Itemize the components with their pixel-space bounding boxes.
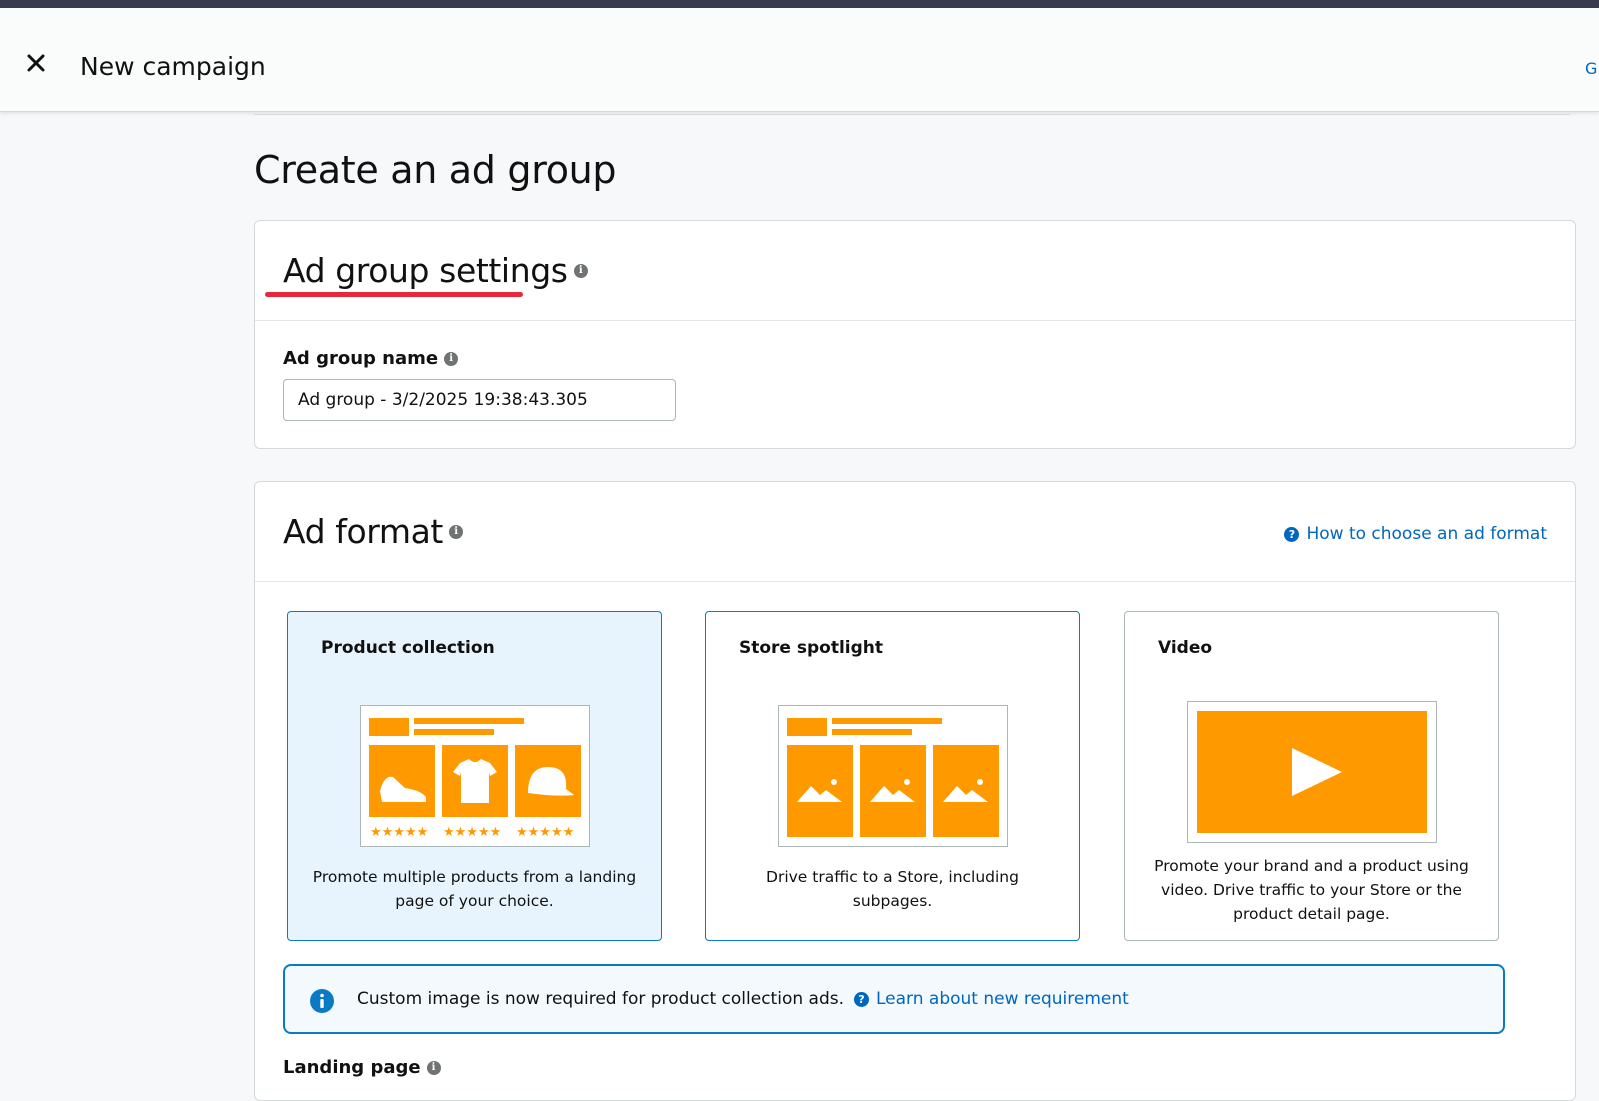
ad-format-title: Ad format [283,512,443,551]
format-option-title: Video [1158,638,1213,658]
format-option-video[interactable]: Video Promote your brand and a product u… [1124,611,1499,941]
campaign-header: New campaign G [0,8,1599,112]
store-spotlight-illustration [778,705,1008,847]
learn-requirement-link[interactable]: ? Learn about new requirement [854,989,1129,1009]
ad-format-card: Ad format i ? How to choose an ad format… [254,481,1576,1101]
close-button[interactable] [22,49,50,77]
notice-message: Custom image is now required for product… [357,989,1129,1009]
ad-group-settings-title: Ad group settings [283,251,568,290]
info-icon[interactable]: i [426,1060,441,1075]
header-right-link[interactable]: G [1585,59,1597,78]
svg-text:★★★★★: ★★★★★ [370,825,428,840]
svg-text:★★★★★: ★★★★★ [443,825,501,840]
format-option-title: Store spotlight [739,638,884,658]
notice-text: Custom image is now required for product… [357,989,844,1009]
info-circle-icon [310,989,334,1013]
ad-group-settings-heading: Ad group settings i [283,251,588,290]
page-title: Create an ad group [254,148,617,192]
format-option-description: Promote your brand and a product using v… [1154,857,1469,923]
card-header: Ad format i ? How to choose an ad format [255,482,1575,582]
learn-requirement-link-label: Learn about new requirement [876,989,1129,1009]
info-icon[interactable]: i [448,524,463,539]
format-option-description: Promote multiple products from a landing… [312,868,637,910]
landing-page-label: Landing page [283,1057,421,1078]
format-option-store-spotlight[interactable]: Store spotlight Drive traffic to a Store… [705,611,1080,941]
format-option-description: Drive traffic to a Store, including subp… [766,868,1019,910]
custom-image-notice: Custom image is now required for product… [283,964,1505,1034]
help-icon: ? [854,991,869,1007]
close-icon [27,54,45,72]
ad-group-name-label: Ad group name [283,348,439,369]
how-to-choose-link[interactable]: ? How to choose an ad format [1284,524,1547,544]
ad-group-settings-card: Ad group settings i Ad group name i [254,220,1576,449]
ad-group-name-label-row: Ad group name i [283,348,459,369]
info-icon[interactable]: i [573,263,588,278]
product-collection-illustration: ★★★★★ ★★★★★ ★★★★★ [360,705,590,847]
svg-text:★★★★★: ★★★★★ [516,825,574,840]
card-header: Ad group settings i [255,221,1575,321]
landing-page-label-row: Landing page i [283,1057,441,1078]
help-icon: ? [1284,526,1300,542]
format-option-product-collection[interactable]: Product collection ★★★★★ ★★★★★ ★★★★★ Pro… [287,611,662,941]
video-illustration [1187,701,1437,843]
header-title: New campaign [80,52,266,81]
ad-group-name-input[interactable] [283,379,676,421]
annotation-underline [265,292,523,297]
previous-section-edge [254,112,1570,115]
format-option-title: Product collection [321,638,495,658]
info-icon[interactable]: i [444,351,459,366]
ad-format-heading: Ad format i [283,512,463,551]
window-top-bar [0,0,1599,8]
how-to-choose-link-label: How to choose an ad format [1306,524,1547,544]
